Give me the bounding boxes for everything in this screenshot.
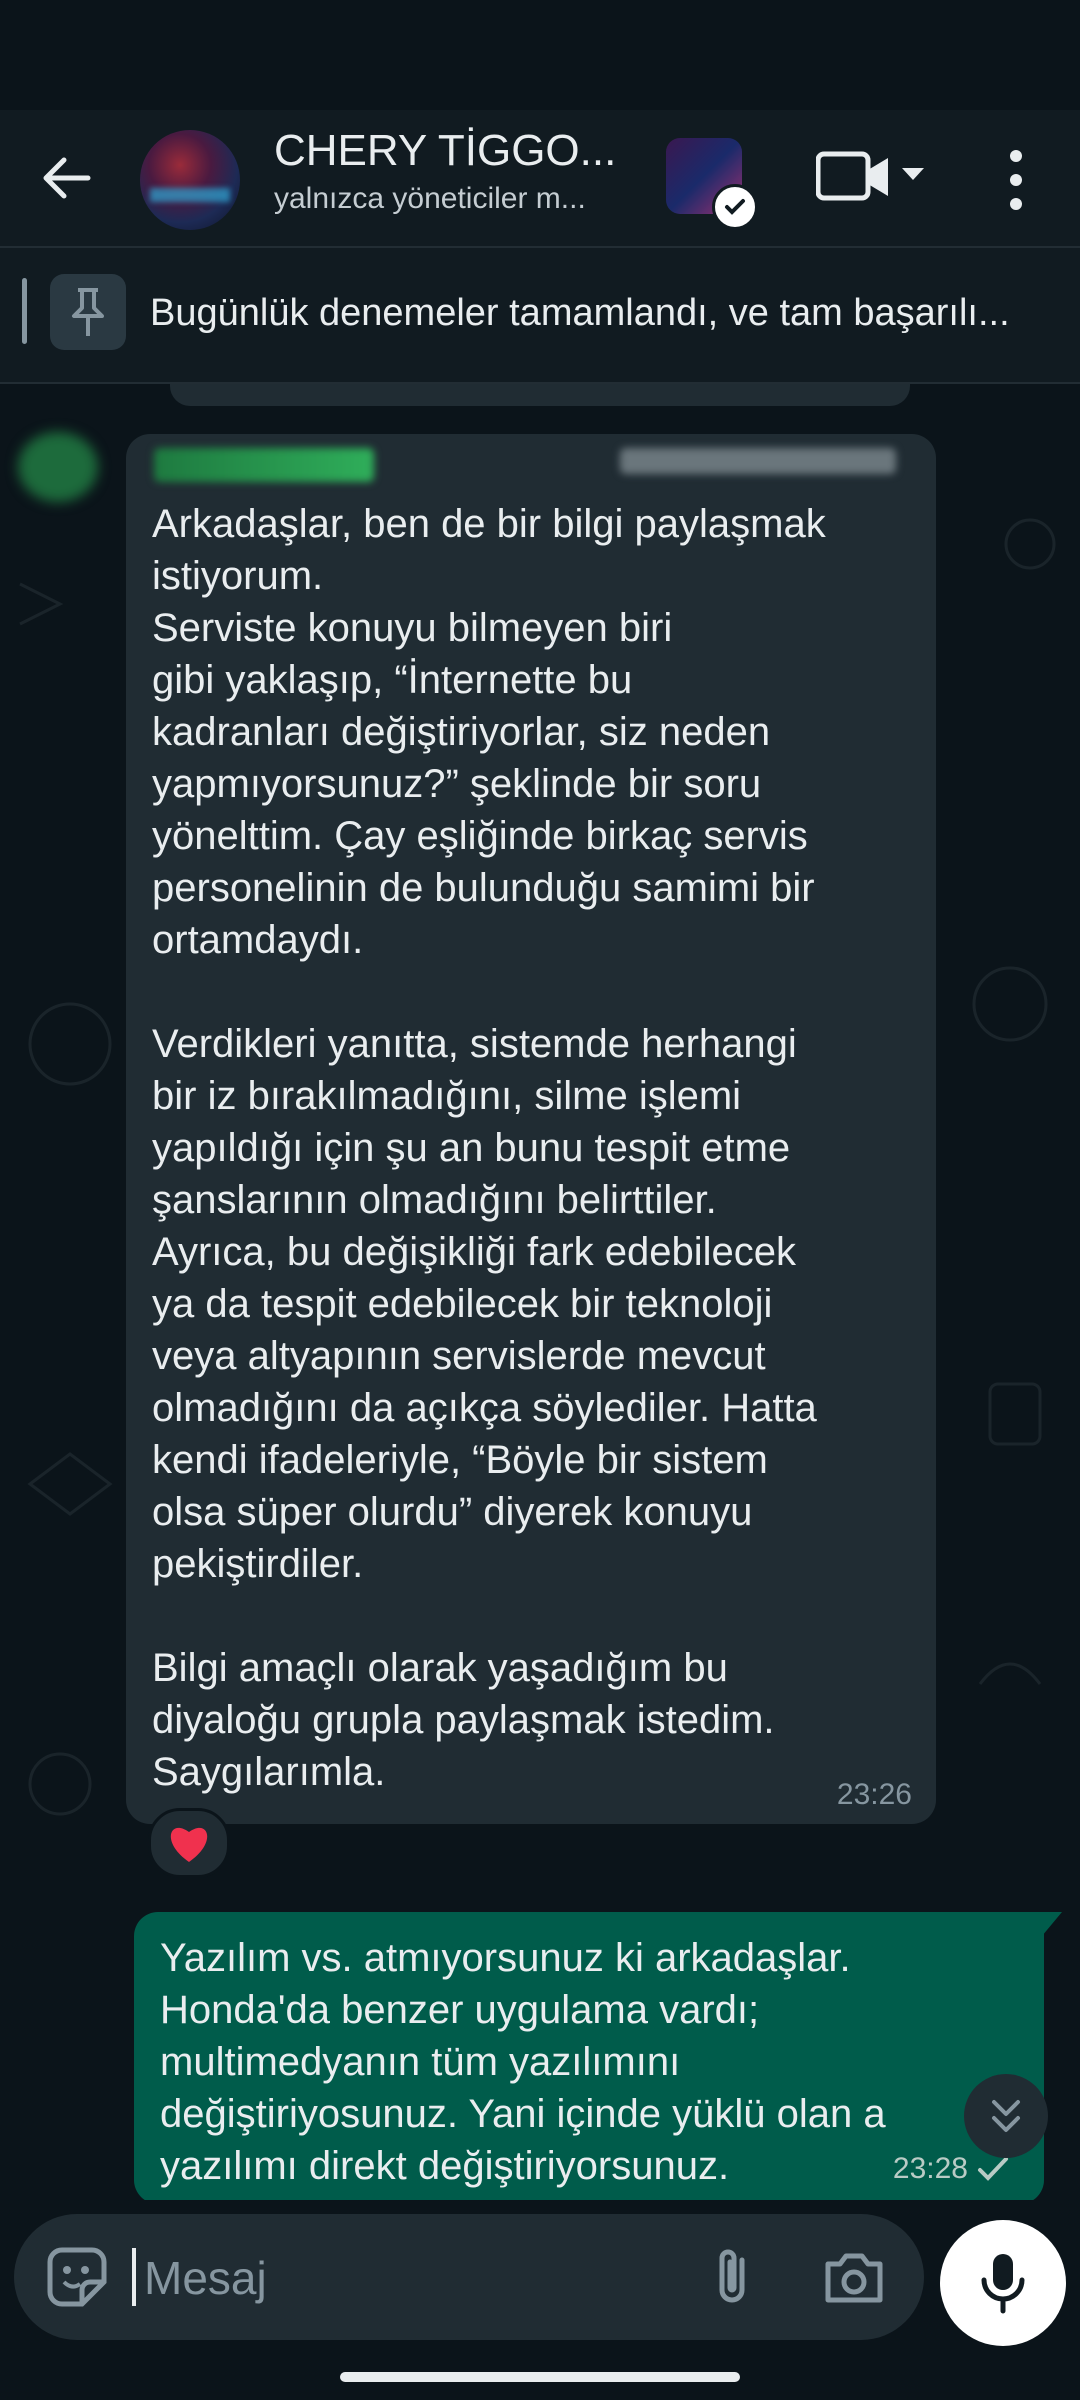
mic-button[interactable] <box>940 2220 1066 2346</box>
home-indicator[interactable] <box>340 2372 740 2382</box>
community-badge-icon <box>712 184 758 230</box>
chat-header: CHERY TİGGO... yalnızca yöneticiler m... <box>0 110 1080 248</box>
composer <box>0 2200 1080 2400</box>
paperclip-icon[interactable] <box>698 2242 768 2312</box>
pinned-message-bar[interactable]: Bugünlük denemeler tamamlandı, ve tam ba… <box>0 248 1080 384</box>
single-check-icon <box>978 2157 1008 2181</box>
sender-name-redacted[interactable] <box>154 448 374 482</box>
outgoing-message-text: Yazılım vs. atmıyorsunuz ki arkadaşlar. … <box>160 1936 886 2188</box>
outgoing-message-time: 23:28 <box>892 2152 968 2185</box>
message-input-container[interactable] <box>14 2214 924 2340</box>
chevron-down-icon <box>902 168 924 180</box>
scroll-to-bottom-button[interactable] <box>964 2074 1048 2158</box>
community-avatar[interactable] <box>666 138 758 230</box>
text-cursor <box>132 2248 136 2306</box>
outgoing-message[interactable]: Yazılım vs. atmıyorsunuz ki arkadaşlar. … <box>134 1912 1062 2200</box>
incoming-message-time: 23:26 <box>836 1778 912 1811</box>
sender-avatar[interactable] <box>18 432 98 502</box>
message-list[interactable]: Arkadaşlar, ben de bir bilgi paylaşmak i… <box>0 384 1080 2200</box>
video-call-icon <box>815 151 888 201</box>
outgoing-message-meta: 23:28 <box>893 2152 1010 2186</box>
pin-indicator <box>22 278 27 344</box>
heart-icon <box>170 1827 208 1862</box>
group-avatar[interactable] <box>140 130 240 230</box>
incoming-message[interactable]: Arkadaşlar, ben de bir bilgi paylaşmak i… <box>126 434 936 1824</box>
message-input[interactable] <box>142 2244 546 2312</box>
sender-phone-redacted <box>620 448 896 474</box>
video-call-button[interactable] <box>815 144 926 214</box>
previous-message-stub <box>170 384 910 406</box>
camera-icon[interactable] <box>814 2242 894 2312</box>
bubble-tail <box>1042 1912 1062 1936</box>
incoming-message-text: Arkadaşlar, ben de bir bilgi paylaşmak i… <box>152 502 826 1794</box>
sticker-icon[interactable] <box>42 2242 112 2312</box>
mic-icon <box>981 2254 1025 2314</box>
heart-reaction[interactable] <box>148 1808 230 1878</box>
chat-subtitle[interactable]: yalnızca yöneticiler m... <box>274 182 624 216</box>
status-bar <box>0 0 1080 110</box>
chat-title[interactable]: CHERY TİGGO... <box>274 126 624 176</box>
pinned-message-text: Bugünlük denemeler tamamlandı, ve tam ba… <box>150 292 1010 334</box>
pin-icon <box>50 274 126 350</box>
back-arrow-icon[interactable] <box>36 148 96 208</box>
more-options-icon[interactable] <box>996 144 1036 214</box>
double-chevron-down-icon <box>992 2100 1020 2132</box>
